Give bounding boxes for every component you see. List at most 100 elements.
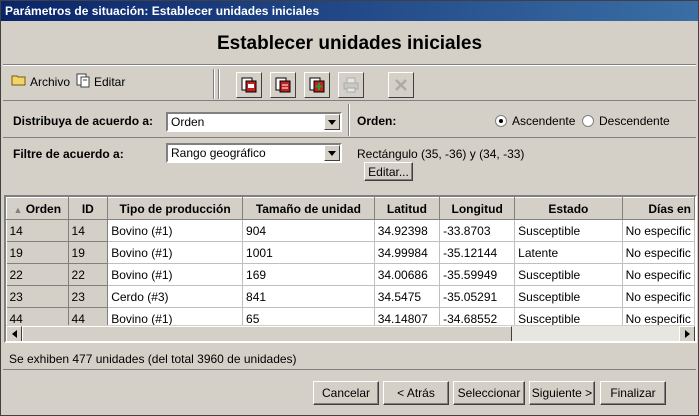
scrollbar-thumb[interactable] bbox=[22, 326, 512, 341]
cell-dias[interactable]: No especific bbox=[622, 263, 695, 286]
units-table: ▲ Orden ID Tipo de producción Tamaño de … bbox=[6, 197, 695, 330]
cell-dias[interactable]: No especific bbox=[622, 241, 695, 264]
cell-tamano[interactable]: 841 bbox=[242, 285, 375, 308]
cell-longitud[interactable]: -33.8703 bbox=[439, 219, 516, 242]
cell-tamano[interactable]: 169 bbox=[242, 263, 375, 286]
cell-longitud[interactable]: -35.59949 bbox=[439, 263, 516, 286]
edit-menu-label: Editar bbox=[94, 75, 126, 89]
folder-icon bbox=[11, 73, 27, 92]
column-header-latitud[interactable]: Latitud bbox=[373, 197, 441, 220]
filter-row: Filtre de acuerdo a: Rango geográfico Re… bbox=[3, 139, 696, 187]
cell-estado[interactable]: Latente bbox=[514, 241, 623, 264]
cell-dias[interactable]: No especific bbox=[622, 285, 695, 308]
column-header-orden[interactable]: ▲ Orden bbox=[6, 197, 69, 220]
chevron-down-icon[interactable] bbox=[324, 145, 340, 161]
cell-estado[interactable]: Susceptible bbox=[514, 285, 623, 308]
footer-buttons: Cancelar < Atrás Seleccionar Siguiente >… bbox=[3, 369, 696, 415]
cell-orden: 19 bbox=[6, 241, 69, 264]
table-row[interactable]: 14 14 Bovino (#1) 904 34.92398 -33.8703 … bbox=[6, 219, 695, 242]
sort-up-icon: ▲ bbox=[13, 204, 23, 215]
chevron-down-icon[interactable] bbox=[324, 114, 340, 130]
edit-menu[interactable]: Editar bbox=[75, 73, 125, 91]
cell-latitud[interactable]: 34.99984 bbox=[374, 241, 441, 264]
dialog-window: Parámetros de situación: Establecer unid… bbox=[0, 0, 699, 416]
select-button[interactable]: Seleccionar bbox=[453, 381, 525, 405]
column-header-longitud[interactable]: Longitud bbox=[439, 197, 516, 220]
cell-orden: 14 bbox=[6, 219, 69, 242]
cell-id: 23 bbox=[68, 285, 109, 308]
filter-select-value: Rango geográfico bbox=[171, 146, 266, 160]
cell-id: 14 bbox=[68, 219, 109, 242]
table-row[interactable]: 23 23 Cerdo (#3) 841 34.5475 -35.05291 S… bbox=[6, 285, 695, 308]
import-button[interactable] bbox=[236, 72, 262, 98]
printer-icon bbox=[343, 77, 359, 93]
column-header-tamano[interactable]: Tamaño de unidad bbox=[242, 197, 375, 220]
column-header-estado[interactable]: Estado bbox=[514, 197, 623, 220]
table-row[interactable]: 22 22 Bovino (#1) 169 34.00686 -35.59949… bbox=[6, 263, 695, 286]
finish-button[interactable]: Finalizar bbox=[600, 381, 666, 405]
window-title: Parámetros de situación: Establecer unid… bbox=[1, 1, 698, 21]
scroll-left-button[interactable] bbox=[6, 326, 22, 341]
toolbar-separator bbox=[213, 69, 215, 99]
edit-icon bbox=[75, 72, 91, 93]
file-menu[interactable]: Archivo bbox=[11, 73, 70, 91]
radio-selected-icon bbox=[495, 115, 507, 127]
cell-latitud[interactable]: 34.00686 bbox=[374, 263, 441, 286]
order-descending-radio[interactable]: Descendente bbox=[582, 114, 670, 128]
distribute-select[interactable]: Orden bbox=[166, 112, 342, 132]
page-title: Establecer unidades iniciales bbox=[3, 23, 696, 65]
delete-button[interactable] bbox=[388, 72, 414, 98]
distribute-label: Distribuya de acuerdo a: bbox=[13, 114, 154, 128]
cell-tipo[interactable]: Bovino (#1) bbox=[107, 241, 244, 264]
cell-estado[interactable]: Susceptible bbox=[514, 263, 623, 286]
cell-dias[interactable]: No especific bbox=[622, 219, 695, 242]
cell-tipo[interactable]: Cerdo (#3) bbox=[107, 285, 244, 308]
column-header-tipo[interactable]: Tipo de producción bbox=[107, 197, 244, 220]
cell-tamano[interactable]: 1001 bbox=[242, 241, 375, 264]
cell-latitud[interactable]: 34.5475 bbox=[374, 285, 441, 308]
add-icon bbox=[309, 77, 325, 93]
edit-filter-button[interactable]: Editar... bbox=[364, 162, 413, 181]
cell-latitud[interactable]: 34.92398 bbox=[374, 219, 441, 242]
file-menu-label: Archivo bbox=[30, 75, 71, 89]
copy-icon bbox=[275, 77, 291, 93]
table-header-row: ▲ Orden ID Tipo de producción Tamaño de … bbox=[6, 197, 695, 220]
cell-tipo[interactable]: Bovino (#1) bbox=[107, 263, 244, 286]
table-row[interactable]: 19 19 Bovino (#1) 1001 34.99984 -35.1214… bbox=[6, 241, 695, 264]
add-button[interactable] bbox=[304, 72, 330, 98]
copy-button[interactable] bbox=[270, 72, 296, 98]
horizontal-scrollbar[interactable] bbox=[6, 325, 695, 341]
filter-rectangle-text: Rectángulo (35, -36) y (34, -33) bbox=[357, 147, 525, 161]
status-text: Se exhiben 477 unidades (del total 3960 … bbox=[9, 352, 297, 366]
column-header-dias[interactable]: Días en bbox=[621, 197, 695, 220]
filter-select[interactable]: Rango geográfico bbox=[166, 143, 342, 163]
print-button[interactable] bbox=[338, 72, 364, 98]
radio-unselected-icon bbox=[582, 115, 594, 127]
column-header-id[interactable]: ID bbox=[67, 197, 109, 220]
order-ascending-label: Ascendente bbox=[512, 114, 576, 128]
cell-estado[interactable]: Susceptible bbox=[514, 219, 623, 242]
scroll-right-button[interactable] bbox=[679, 326, 695, 341]
cell-orden: 23 bbox=[6, 285, 69, 308]
arrow-left-icon bbox=[11, 330, 17, 338]
cell-tipo[interactable]: Bovino (#1) bbox=[107, 219, 244, 242]
cancel-button[interactable]: Cancelar bbox=[313, 381, 379, 405]
cell-id: 22 bbox=[68, 263, 109, 286]
cell-tamano[interactable]: 904 bbox=[242, 219, 375, 242]
cell-orden: 22 bbox=[6, 263, 69, 286]
back-button[interactable]: < Atrás bbox=[383, 381, 449, 405]
cell-longitud[interactable]: -35.12144 bbox=[439, 241, 516, 264]
cell-longitud[interactable]: -35.05291 bbox=[439, 285, 516, 308]
order-descending-label: Descendente bbox=[599, 114, 670, 128]
close-icon bbox=[395, 79, 407, 91]
order-label: Orden: bbox=[357, 114, 397, 128]
cell-id: 19 bbox=[68, 241, 109, 264]
arrow-right-icon bbox=[684, 330, 690, 338]
next-button[interactable]: Siguiente > bbox=[529, 381, 595, 405]
distribute-row: Distribuya de acuerdo a: Orden Orden: As… bbox=[3, 102, 696, 138]
filter-label: Filtre de acuerdo a: bbox=[13, 147, 124, 161]
units-grid: ▲ Orden ID Tipo de producción Tamaño de … bbox=[4, 195, 697, 343]
toolbar-separator bbox=[218, 69, 220, 99]
order-ascending-radio[interactable]: Ascendente bbox=[495, 114, 575, 128]
distribute-select-value: Orden bbox=[171, 115, 205, 129]
